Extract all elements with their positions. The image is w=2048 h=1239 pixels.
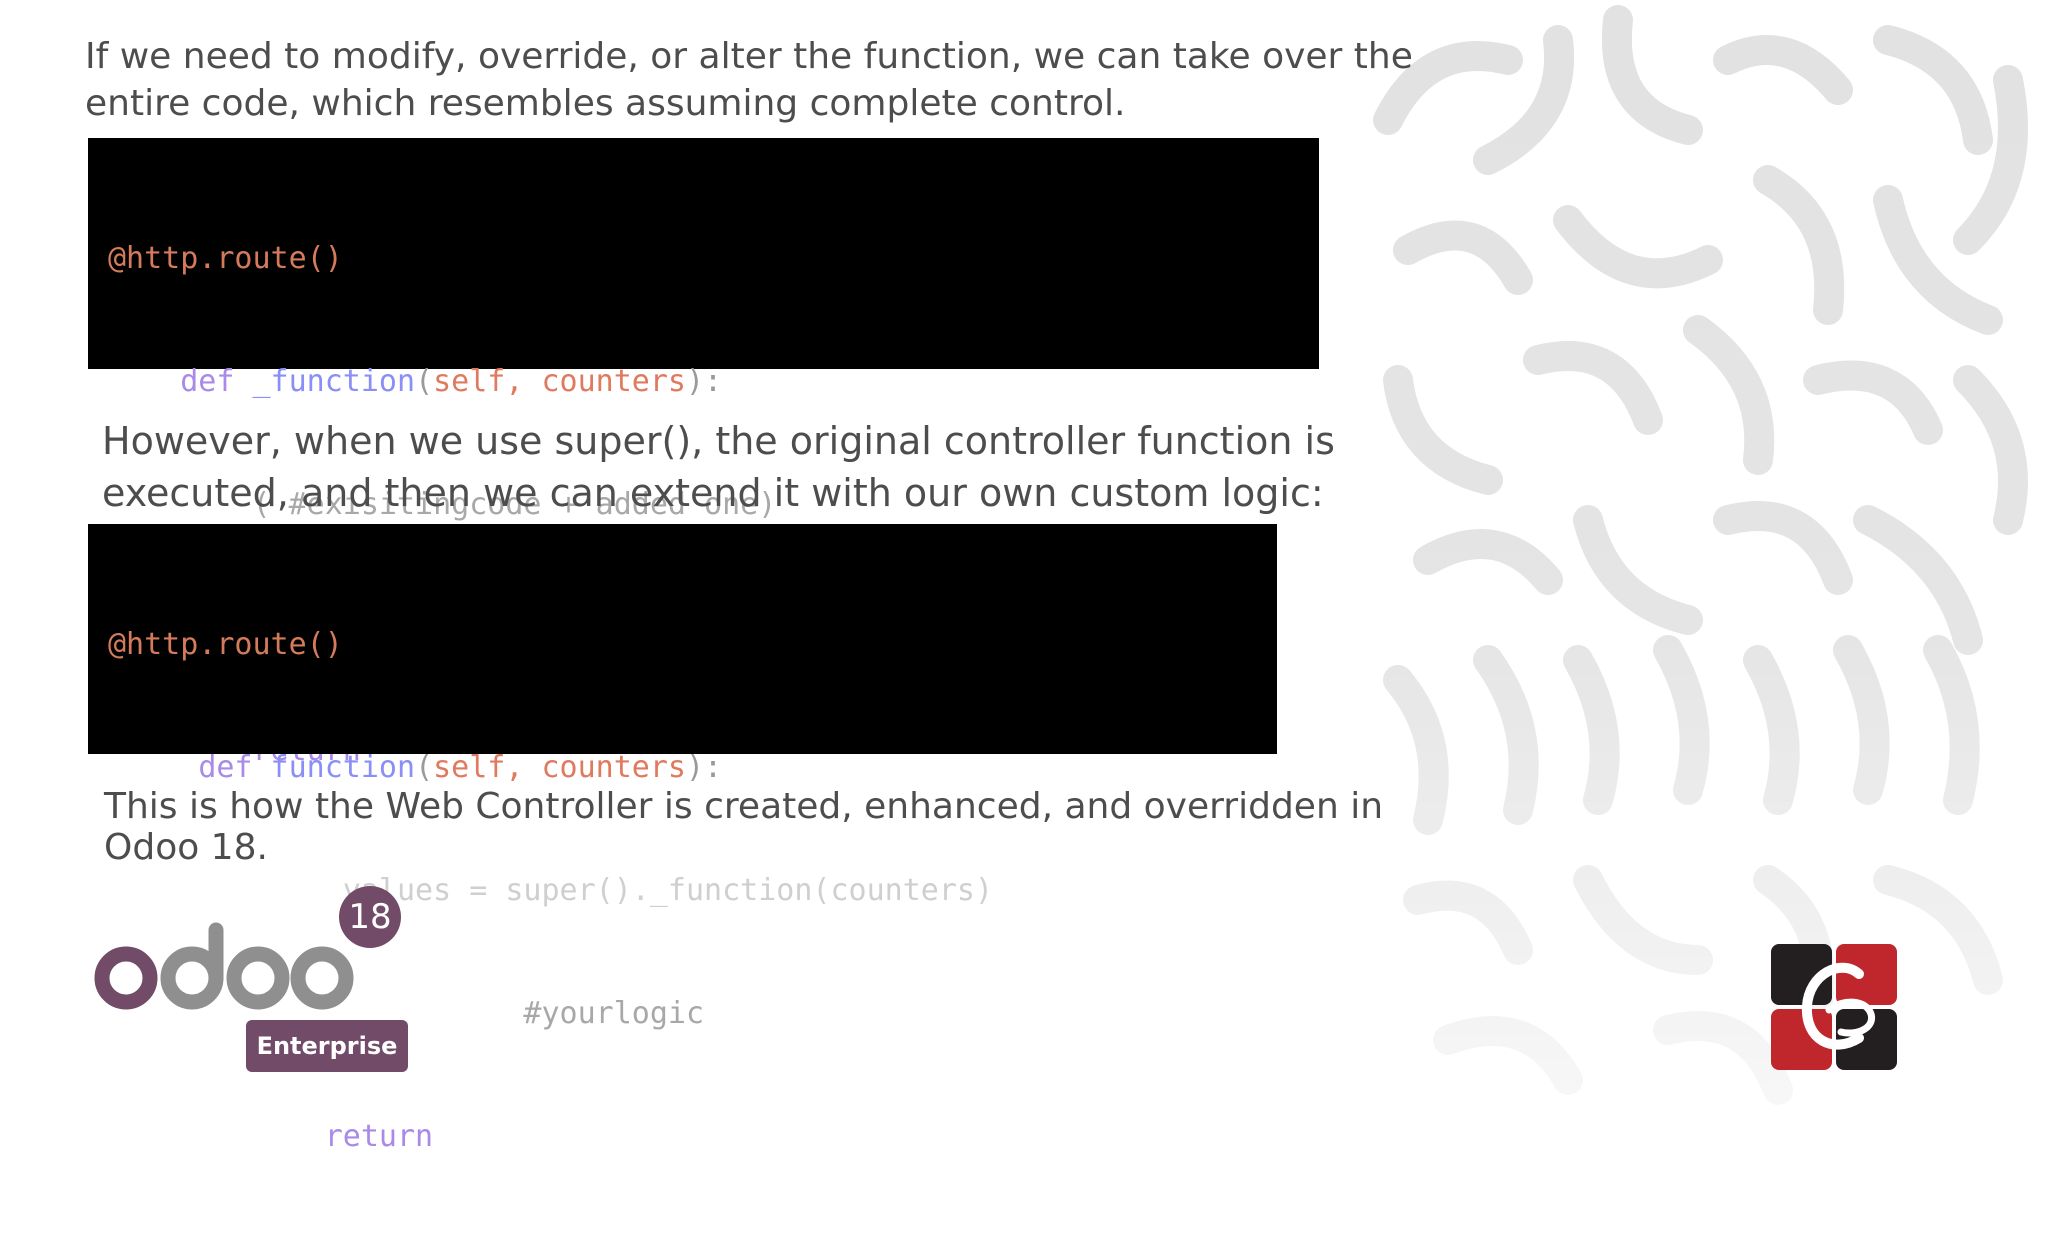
code-line: return (108, 1116, 1277, 1157)
code-keyword: return (324, 1119, 434, 1154)
closing-paragraph: This is how the Web Controller is create… (104, 786, 1383, 868)
code-block-super: @http.route() def function(self, counter… (88, 524, 1277, 1154)
code-line: @http.route() (108, 238, 1319, 279)
code-line: def _function(self, counters): (108, 361, 1319, 402)
closing-line-2: Odoo 18. (104, 827, 268, 868)
edition-badge: Enterprise (246, 1020, 408, 1072)
code-line: def function(self, counters): (108, 747, 1277, 788)
code-params: self, counters (433, 364, 686, 399)
super-line-2: executed, and then we can extend it with… (102, 471, 1324, 515)
intro-line-2: entire code, which resembles assuming co… (85, 83, 1126, 124)
code-punct: ( (415, 750, 434, 785)
code-params: self, counters (433, 750, 686, 785)
code-punct: ): (686, 364, 723, 399)
super-paragraph: However, when we use super(), the origin… (102, 415, 1335, 519)
code-comment: #yourlogic (523, 996, 705, 1031)
intro-line-1: If we need to modify, override, or alter… (85, 36, 1413, 77)
code-decorator: @http.route() (108, 627, 343, 662)
code-punct: ( (415, 364, 434, 399)
closing-line-1: This is how the Web Controller is create… (104, 786, 1384, 827)
version-badge: 18 (339, 886, 401, 948)
code-text: values = super()._function(counters) (342, 873, 994, 908)
intro-paragraph: If we need to modify, override, or alter… (85, 33, 1413, 127)
super-line-1: However, when we use super(), the origin… (102, 419, 1335, 463)
code-function-name: _function (234, 364, 416, 399)
code-line: @http.route() (108, 624, 1277, 665)
code-block-override: @http.route() def _function(self, counte… (88, 138, 1319, 768)
code-punct: ): (686, 750, 723, 785)
code-function-name: function (252, 750, 416, 785)
code-decorator: @http.route() (108, 241, 343, 276)
code-keyword: def (180, 364, 235, 399)
odoo-logo: 18 Enterprise (94, 886, 414, 1076)
slide: If we need to modify, override, or alter… (0, 0, 2048, 1154)
code-keyword: def (198, 750, 253, 785)
odoo-wordmark-icon (94, 922, 354, 1010)
decorative-pattern (1368, 0, 2048, 1152)
cybrosys-logo-icon (1771, 944, 1897, 1070)
